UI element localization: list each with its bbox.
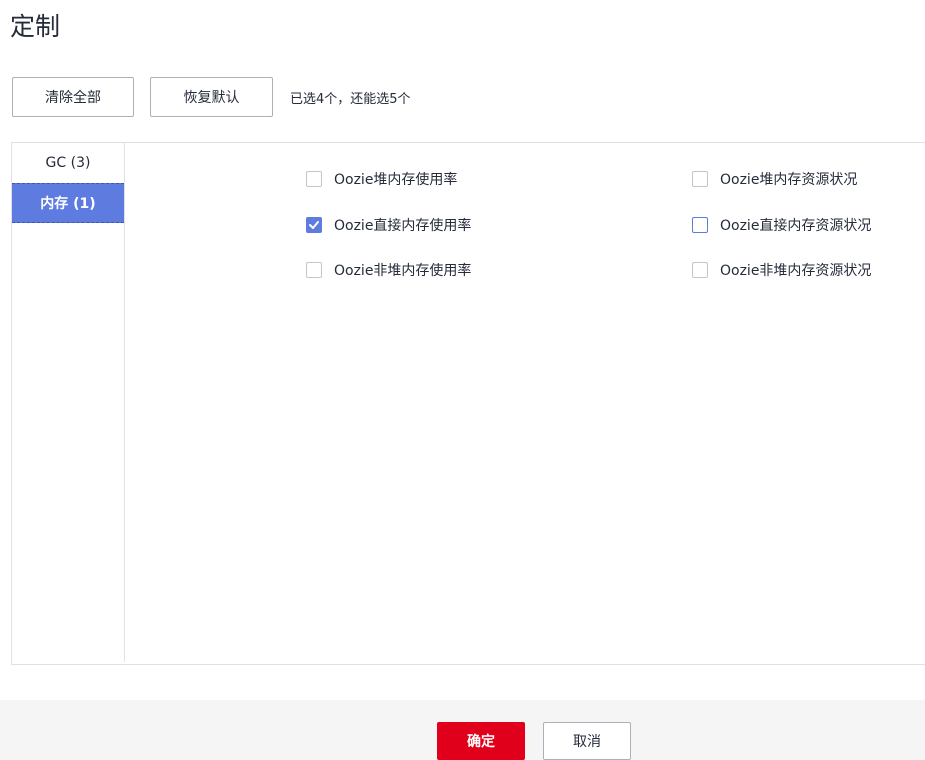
metric-options: Oozie堆内存使用率 Oozie堆内存资源状况 Oozie直接内存使用率 Oo… [12,143,925,664]
checkbox[interactable] [306,171,322,187]
restore-default-button[interactable]: 恢复默认 [150,77,273,117]
checkbox[interactable] [306,262,322,278]
selection-count-text: 已选4个，还能选5个 [290,91,411,107]
clear-all-button[interactable]: 清除全部 [12,77,134,117]
option-oozie-heap-usage[interactable]: Oozie堆内存使用率 [306,169,457,189]
toolbar: 清除全部 恢复默认 已选4个，还能选5个 [12,77,411,117]
ok-button[interactable]: 确定 [437,722,525,760]
cancel-button[interactable]: 取消 [543,722,631,760]
metric-selection-panel: GC (3) 内存 (1) Oozie堆内存使用率 Oozie堆内存资源状况 O… [11,142,925,665]
option-label: Oozie非堆内存资源状况 [720,263,872,279]
option-label: Oozie非堆内存使用率 [334,263,472,279]
check-icon [309,221,319,229]
option-oozie-direct-resource[interactable]: Oozie直接内存资源状况 [692,215,871,235]
dialog-footer: 确定 取消 [0,700,925,760]
option-label: Oozie直接内存资源状况 [720,218,872,234]
option-label: Oozie堆内存使用率 [334,172,458,188]
customize-dialog: 定制 清除全部 恢复默认 已选4个，还能选5个 GC (3) 内存 (1) Oo… [0,0,925,760]
option-label: Oozie直接内存使用率 [334,218,472,234]
option-oozie-nonheap-resource[interactable]: Oozie非堆内存资源状况 [692,260,871,280]
option-label: Oozie堆内存资源状况 [720,172,858,188]
checkbox[interactable] [692,171,708,187]
checkbox[interactable] [692,217,708,233]
option-oozie-heap-resource[interactable]: Oozie堆内存资源状况 [692,169,857,189]
dialog-title: 定制 [10,12,61,41]
checkbox-checked[interactable] [306,217,322,233]
checkbox[interactable] [692,262,708,278]
option-oozie-nonheap-usage[interactable]: Oozie非堆内存使用率 [306,260,471,280]
option-oozie-direct-usage[interactable]: Oozie直接内存使用率 [306,215,471,235]
